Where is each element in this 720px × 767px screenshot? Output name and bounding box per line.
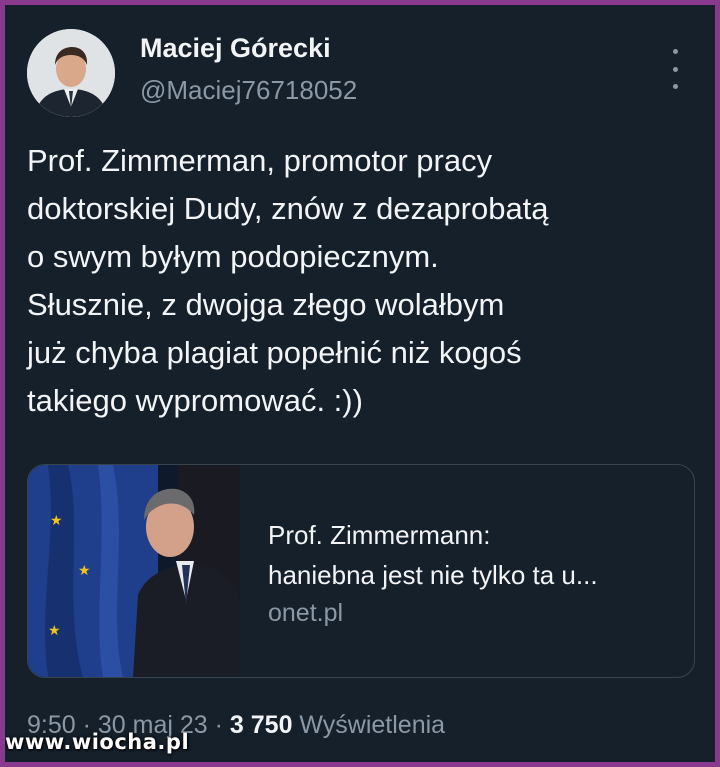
link-domain: onet.pl [268,599,344,627]
svg-text:★: ★ [50,513,63,529]
link-thumbnail: ★ ★ ★ [28,465,240,677]
avatar[interactable] [27,29,115,117]
tweet-line: doktorskiej Dudy, znów z dezaprobatą [27,191,549,226]
author-name[interactable]: Maciej Górecki [140,33,331,64]
more-options-icon[interactable] [665,49,685,89]
meta-separator: · [207,711,230,739]
tweet-line: Słusznie, z dwojga złego wolałbym [27,287,505,322]
svg-text:★: ★ [48,623,61,639]
link-title-line: Prof. Zimmermann: [268,520,491,550]
author-handle[interactable]: @Maciej76718052 [140,75,357,106]
views-count: 3 750 [229,711,293,739]
tweet-line: już chyba plagiat popełnić niż kogoś [27,335,522,370]
tweet-line: takiego wypromować. :)) [27,383,363,418]
link-title[interactable]: Prof. Zimmermann: haniebna jest nie tylk… [268,515,598,595]
svg-text:★: ★ [78,563,91,579]
link-title-line: haniebna jest nie tylko ta u... [268,560,598,590]
tweet-text: Prof. Zimmerman, promotor pracy doktorsk… [27,137,707,425]
watermark: www.wiocha.pl [5,730,190,754]
views-label: Wyświetlenia [292,711,446,739]
link-preview-card[interactable]: ★ ★ ★ Prof. Zimmermann: haniebna jest ni… [27,464,695,678]
tweet-line: o swym byłym podopiecznym. [27,239,439,274]
tweet-line: Prof. Zimmerman, promotor pracy [27,143,493,178]
tweet-screenshot: Maciej Górecki @Maciej76718052 Prof. Zim… [5,5,715,762]
